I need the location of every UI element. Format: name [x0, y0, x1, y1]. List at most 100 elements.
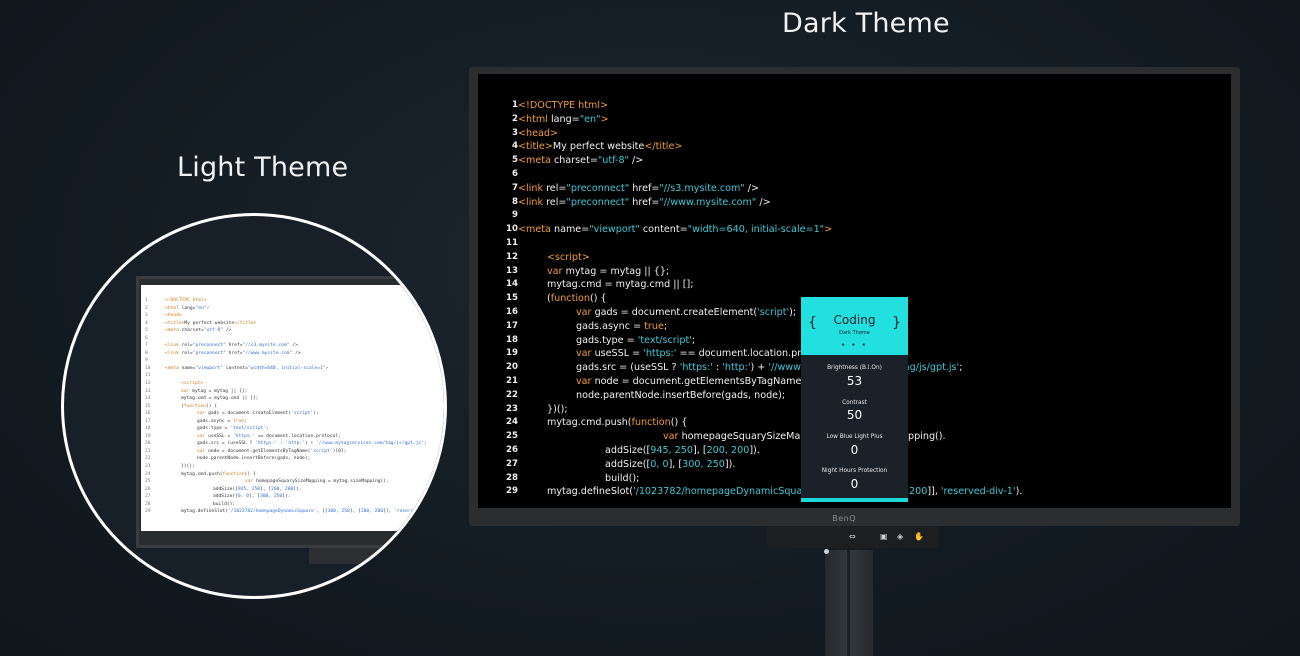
code-text: <html lang="en">: [518, 113, 609, 125]
code-text: <title>My perfect website</title>: [518, 141, 683, 153]
line-number: 17: [506, 320, 518, 331]
light-code-line: 26 addSize([945, 250], [200, 200]).: [145, 486, 302, 492]
light-screen: 1 <!DOCTYPE html> 2 <html lang="en"> 3 <head>…: [141, 285, 444, 531]
osd-item-label: Night Hours Protection: [821, 468, 888, 474]
light-code-line: 29 mytag.defineSlot('/1023782/homepageDyn…: [145, 509, 444, 515]
osd-header: { Coding } Dark Theme • • •: [801, 297, 908, 355]
osd-page-dots: • • •: [841, 341, 868, 349]
osd-item-value[interactable]: 0: [801, 443, 908, 457]
code-text: })();: [547, 403, 568, 415]
line-number: 18: [506, 334, 518, 345]
line-number: 1: [512, 100, 518, 110]
code-text: addSize([945, 250], [200, 200]).: [605, 445, 760, 456]
mode-control-icon[interactable]: ◈: [897, 532, 903, 541]
light-code-line: 13 var mytag = mytag || {};: [145, 388, 248, 394]
light-code-line: 17 gads.async = true;: [145, 418, 247, 424]
line-number: 4: [512, 141, 518, 152]
line-number: 5: [512, 155, 518, 166]
light-code-line: 15 (function() {: [145, 403, 217, 409]
line-number: 25: [506, 431, 518, 442]
brand-logo: BenQ: [832, 514, 856, 523]
light-code-line: 18 gads.type = 'text/script';: [145, 426, 269, 432]
light-code-line: 19 var useSSL = 'https:' == document.loca…: [145, 433, 341, 439]
light-code-line: 7 <link rel="preconnect" href="//s3.mysit…: [145, 343, 298, 349]
input-control-icon[interactable]: ▣: [880, 532, 888, 541]
osd-item-label: Brightness (B.I.On): [827, 365, 882, 371]
light-code-line: 8 <link rel="preconnect" href="//www.mysi…: [145, 350, 301, 356]
code-text: (function() {: [547, 293, 607, 305]
code-text: <script>: [547, 251, 590, 263]
code-text: <!DOCTYPE html>: [518, 100, 609, 111]
line-number: 24: [506, 417, 518, 428]
light-theme-inset: 1 <!DOCTYPE html> 2 <html lang="en"> 3 <head>…: [61, 213, 447, 599]
light-code-line: 1 <!DOCTYPE html>: [145, 298, 207, 303]
line-number: 2: [512, 113, 518, 124]
code-text: mytag.defineSlot('/1023782/homepageDynam…: [547, 486, 1023, 498]
osd-item-label: Low Blue Light Plus: [826, 434, 883, 440]
osd-item-label: Contrast: [842, 400, 867, 406]
light-code-line: 3 <head>: [145, 313, 182, 319]
line-number: 15: [506, 293, 518, 304]
code-text: node.parentNode.insertBefore(gads, node)…: [576, 389, 786, 401]
code-text: <head>: [518, 127, 559, 139]
line-number: 22: [506, 389, 518, 400]
code-text: <meta charset="utf-8" />: [518, 155, 644, 167]
line-number: 19: [506, 348, 518, 359]
light-code-line: 10 <meta name="viewport" content="width=6…: [145, 365, 329, 371]
line-number: 26: [506, 445, 518, 455]
line-number: 20: [506, 362, 518, 373]
light-code-line: 11: [145, 373, 151, 379]
code-text: mytag.cmd = mytag.cmd || [];: [547, 279, 694, 291]
code-text: <link rel="preconnect" href="//s3.mysite…: [518, 182, 760, 194]
osd-mode-subtitle: Dark Theme: [839, 330, 870, 336]
line-number: 28: [506, 472, 518, 483]
osd-item-value[interactable]: 53: [801, 374, 908, 388]
code-text: gads.type = 'text/script';: [576, 334, 696, 346]
light-code-line: 4 <title>My perfect website</title>: [145, 320, 257, 326]
light-code-line: 5 <meta charset="utf-8" />: [145, 328, 232, 334]
line-number: 13: [506, 265, 518, 276]
line-number: 16: [506, 307, 518, 317]
light-code-line: 23})();: [145, 464, 195, 470]
code-text: addSize([0, 0], [300, 250]).: [605, 458, 736, 470]
code-text: gads.async = true;: [576, 320, 668, 332]
light-code-line: 6: [145, 335, 148, 341]
osd-menu[interactable]: { Coding } Dark Theme • • • Brightness (…: [801, 297, 908, 502]
light-code-line: 12 <script>: [145, 381, 204, 387]
line-number: 27: [506, 458, 518, 469]
light-monitor-stand: [309, 546, 429, 564]
light-code-line: 27 addSize([0, 0], [300, 250]).: [145, 494, 291, 500]
code-text: build();: [605, 472, 640, 484]
control-panel: ⇔ ▣ ◈ ✋: [767, 526, 939, 548]
code-text: var useSSL = 'https:' == document.locati…: [576, 348, 834, 360]
line-number: 7: [512, 182, 518, 193]
power-indicator-icon: [824, 549, 829, 554]
line-number: 23: [506, 403, 518, 414]
line-number: 29: [506, 486, 518, 497]
code-text: var mytag = mytag || {};: [547, 265, 670, 277]
light-code-line: 22 node.parentNode.insertBefore(gads, nod…: [145, 456, 311, 462]
line-number: 9: [512, 210, 518, 221]
code-text: <link rel="preconnect" href="//www.mysit…: [518, 196, 771, 208]
line-number: 21: [506, 376, 518, 386]
light-code-line: 25 var homepageSquarySizeMapping = mytag.…: [145, 479, 389, 485]
line-number: 8: [512, 196, 518, 207]
light-code-line: 2 <html lang="en">: [145, 305, 210, 311]
code-text: <meta name="viewport" content="width=640…: [518, 224, 833, 236]
osd-item-value[interactable]: 50: [801, 408, 908, 422]
line-number: 10: [506, 224, 518, 235]
code-text: var gads = document.createElement('scrip…: [576, 307, 797, 318]
light-code-line: 21 var node = document.getElementsByTagNa…: [145, 448, 347, 454]
light-code-line: 28 build();: [145, 501, 236, 507]
light-monitor: 1 <!DOCTYPE html> 2 <html lang="en"> 3 <head>…: [136, 276, 444, 548]
light-theme-heading: Light Theme: [177, 152, 349, 183]
light-code-line: 20 gads.src = (useSSL ? 'https:' : 'http:…: [145, 441, 427, 447]
osd-brace-right: }: [892, 315, 901, 331]
hand-control-icon[interactable]: ✋: [914, 532, 924, 541]
monitor-stand: [825, 550, 873, 656]
link-control-icon[interactable]: ⇔: [849, 532, 856, 541]
line-number: 14: [506, 279, 518, 290]
osd-item-value[interactable]: 0: [801, 477, 908, 491]
light-code-line: 16 var gads = document.createElement('scr…: [145, 411, 319, 417]
light-code-block: 1 <!DOCTYPE html> 2 <html lang="en"> 3 <head>…: [145, 297, 444, 516]
